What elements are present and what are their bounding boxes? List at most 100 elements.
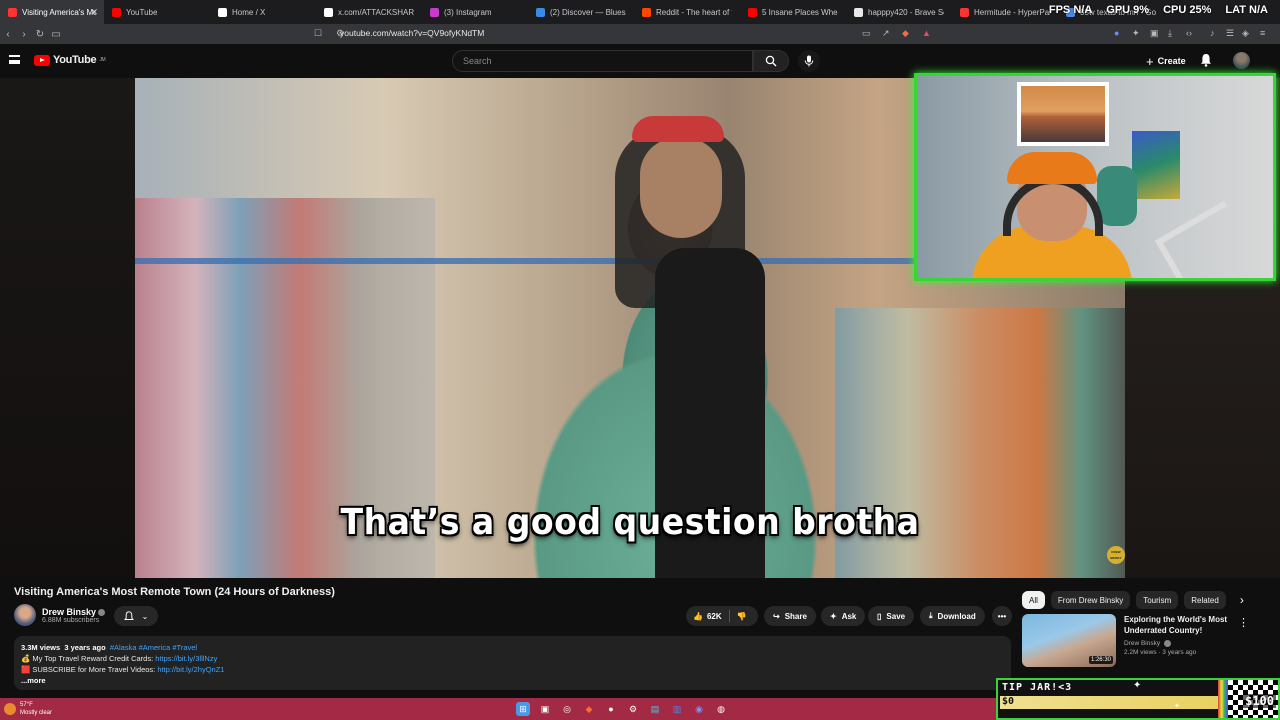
task-view-icon[interactable]: ▣ [538,702,552,716]
browser-tab[interactable]: Hermitude - HyperParadi [952,0,1058,24]
explorer-icon[interactable]: ▤ [648,702,662,716]
chrome-icon[interactable]: ◍ [714,702,728,716]
channel-avatar[interactable] [14,604,36,626]
menu-icon[interactable]: ≡ [1260,28,1265,38]
search-button[interactable] [753,50,789,72]
dislike-button[interactable]: 👎 [737,612,747,621]
obs-icon[interactable]: ● [604,702,618,716]
steam-icon[interactable]: ◎ [560,702,574,716]
video-title: Visiting America's Most Remote Town (24 … [14,586,335,598]
description-box[interactable]: 3.3M views 3 years ago #Alaska #America … [14,636,1011,690]
cast-icon[interactable]: ▭ [862,28,871,39]
tab-favicon-icon [854,7,863,17]
forward-icon[interactable]: › [16,29,32,40]
share-button[interactable]: ↪ Share [764,606,816,626]
browser-tab[interactable]: Visiting America's Mo ✕ [0,0,104,24]
voice-search-button[interactable] [798,50,820,72]
browser-tab[interactable]: YouTube [104,0,210,24]
youtube-logo[interactable]: YouTube JM [34,54,106,66]
save-label: Save [886,611,906,621]
browser-tab[interactable]: 5 Insane Places Where Pe [740,0,846,24]
like-button[interactable]: 👍 62K [693,612,722,621]
reload-icon[interactable]: ↻ [32,29,48,40]
chip-tourism[interactable]: Tourism [1136,591,1179,609]
recommended-video[interactable]: 1:26:30 Exploring the World's Most Under… [1022,614,1234,667]
browser-tab[interactable]: happpy420 - Brave Search [846,0,952,24]
create-label: Create [1157,56,1186,66]
recommended-channel[interactable]: Drew Binsky [1124,640,1160,647]
weather-widget[interactable]: 57°F Mostly clear [4,701,52,717]
tab-favicon-icon [748,7,757,17]
brave-icon[interactable]: ◆ [582,702,596,716]
subscribed-notification-button[interactable]: ⌄ [114,606,158,626]
fps-stat: FPS N/A [1048,4,1093,16]
credit-card-link[interactable]: https://bit.ly/3lllNzy [155,654,217,663]
notepad-icon[interactable]: ▥ [670,702,684,716]
streamer-cap [1007,152,1097,184]
rewards-icon[interactable]: ▲ [922,28,931,38]
ask-button[interactable]: ✦ Ask [821,606,866,626]
description-line-2: 🟥 SUBSCRIBE for More Travel Videos: http… [21,664,1004,675]
microphone-icon [804,55,814,67]
more-vertical-icon[interactable]: ⋮ [1238,616,1249,629]
tab-label: x.com/ATTACKSHARKGEA [338,7,414,17]
recommended-title[interactable]: Exploring the World's Most Underrated Co… [1124,614,1234,636]
chip-all[interactable]: All [1022,591,1045,609]
back-icon[interactable]: ‹ [0,29,16,40]
more-actions-button[interactable]: ••• [992,606,1012,626]
channel-watermark[interactable]: DREW BINSKY [1107,546,1125,564]
discord-icon[interactable]: ◉ [692,702,706,716]
browser-tab[interactable]: x.com/ATTACKSHARKGEA [316,0,422,24]
tab-label: (3) Instagram [444,7,492,17]
address-bar: ‹ › ↻ ▭ ☐ ⚙ youtube.com/watch?v=QV9ofyKN… [0,24,1280,44]
hashtags[interactable]: #Alaska #America #Travel [110,643,197,652]
tab-close-icon[interactable]: ✕ [90,7,98,18]
search-input[interactable]: Search [452,50,753,72]
url-field[interactable]: youtube.com/watch?v=QV9ofyKNdTM [340,28,484,38]
tab-favicon-icon [218,7,227,17]
chip-related[interactable]: Related [1184,591,1226,609]
create-button[interactable]: + Create [1140,51,1192,71]
bell-icon [123,610,134,620]
music-icon[interactable]: ♪ [1210,28,1215,38]
channel-name-link[interactable]: Drew Binsky [42,607,106,617]
extension-puzzle-icon[interactable]: ✦ [1132,28,1140,39]
recommended-thumbnail[interactable]: 1:26:30 [1022,614,1116,667]
start-icon[interactable]: ⊞ [516,702,530,716]
bookmark-icon: ▯ [877,611,882,621]
browser-tab[interactable]: (2) Discover — Bluesky [528,0,634,24]
browser-tab[interactable]: (3) Instagram [422,0,528,24]
ask-label: Ask [841,611,857,621]
download-icon: ⤓ [929,611,933,620]
browser-tab[interactable]: Home / X [210,0,316,24]
bookmark-icon[interactable]: ☐ [314,28,322,39]
subscribe-link[interactable]: http://bit.ly/2hyQnZ1 [157,665,224,674]
tip-jar-title: TIP JAR!<3 [1000,682,1224,695]
code-icon[interactable]: ‹› [1186,28,1192,38]
share-page-icon[interactable]: ↗ [882,28,890,39]
reading-list-icon[interactable]: ☰ [1226,28,1234,39]
settings-icon[interactable]: ⚙ [626,702,640,716]
download-button[interactable]: ⤓ Download [920,606,985,626]
browser-tab[interactable]: Reddit - The heart of the [634,0,740,24]
account-avatar[interactable] [1233,52,1250,69]
chevron-right-icon[interactable]: › [1240,593,1244,607]
sidebar-toggle-icon[interactable]: ▭ [48,29,64,40]
description-line-1: 💰 My Top Travel Reward Credit Cards: htt… [21,653,1004,664]
download-icon[interactable]: ⤓ [1168,28,1172,39]
save-button[interactable]: ▯ Save [868,606,915,626]
tab-favicon-icon [642,7,651,17]
wallet-icon[interactable]: ▣ [1150,28,1159,39]
sparkle-icon: ✦ [830,611,837,621]
brave-shield-icon[interactable]: ◆ [902,28,909,39]
tab-label: (2) Discover — Bluesky [550,7,626,17]
brave-wallet-icon[interactable]: ◈ [1242,28,1249,39]
notifications-button[interactable] [1200,53,1212,72]
tab-label: Home / X [232,7,266,17]
sparkle-icon: ✦ [1133,680,1142,691]
performance-overlay: FPS N/A GPU 9% CPU 25% LAT N/A [1049,4,1268,16]
extension-icon[interactable]: ● [1114,28,1119,38]
hamburger-menu-icon[interactable] [9,55,20,64]
chip-from-channel[interactable]: From Drew Binsky [1050,591,1131,609]
show-more-button[interactable]: ...more [21,675,1004,686]
